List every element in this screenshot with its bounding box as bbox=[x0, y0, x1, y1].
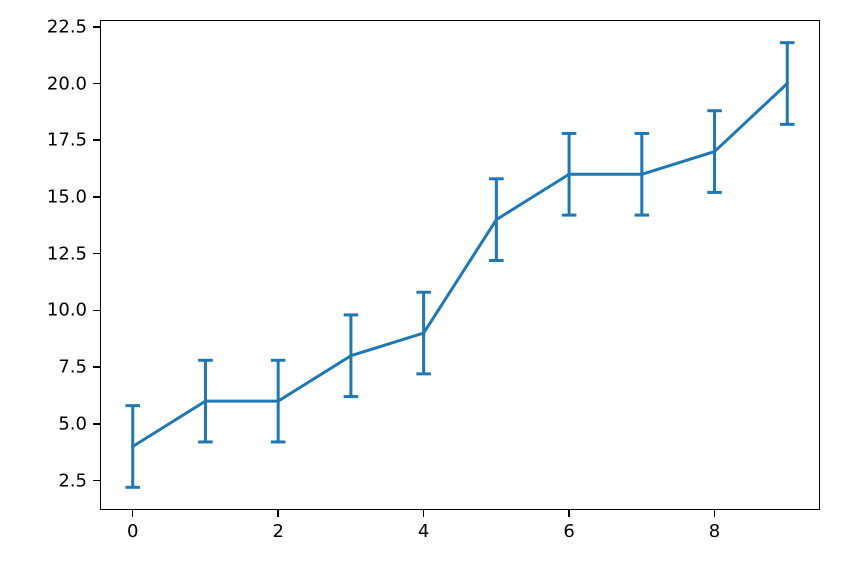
y-tick-label: 22.5 bbox=[47, 16, 87, 37]
y-tick-label: 12.5 bbox=[47, 243, 87, 264]
y-tick-label: 5.0 bbox=[58, 413, 87, 434]
plot-svg bbox=[0, 0, 850, 570]
x-tick-label: 4 bbox=[418, 521, 429, 542]
x-tick-mark bbox=[568, 510, 570, 517]
y-tick-label: 10.0 bbox=[47, 300, 87, 321]
y-tick-label: 2.5 bbox=[58, 470, 87, 491]
data-line bbox=[133, 84, 788, 447]
y-tick-mark bbox=[93, 253, 100, 255]
y-tick-mark bbox=[93, 196, 100, 198]
y-tick-mark bbox=[93, 366, 100, 368]
y-tick-mark bbox=[93, 310, 100, 312]
y-tick-mark bbox=[93, 83, 100, 85]
y-tick-mark bbox=[93, 480, 100, 482]
x-tick-label: 0 bbox=[127, 521, 138, 542]
chart-figure: 0 2 4 6 8 2.5 5.0 7.5 10.0 12.5 15.0 17.5 20.0 22.5 bbox=[0, 0, 850, 570]
x-tick-label: 2 bbox=[272, 521, 283, 542]
x-tick-mark bbox=[132, 510, 134, 517]
y-tick-mark bbox=[93, 423, 100, 425]
x-tick-mark bbox=[277, 510, 279, 517]
y-tick-label: 17.5 bbox=[47, 130, 87, 151]
x-tick-mark bbox=[714, 510, 716, 517]
y-tick-mark bbox=[93, 26, 100, 28]
y-tick-label: 20.0 bbox=[47, 73, 87, 94]
y-tick-mark bbox=[93, 139, 100, 141]
x-tick-mark bbox=[423, 510, 425, 517]
x-tick-label: 6 bbox=[563, 521, 574, 542]
y-tick-label: 7.5 bbox=[58, 357, 87, 378]
y-tick-label: 15.0 bbox=[47, 186, 87, 207]
x-tick-label: 8 bbox=[709, 521, 720, 542]
